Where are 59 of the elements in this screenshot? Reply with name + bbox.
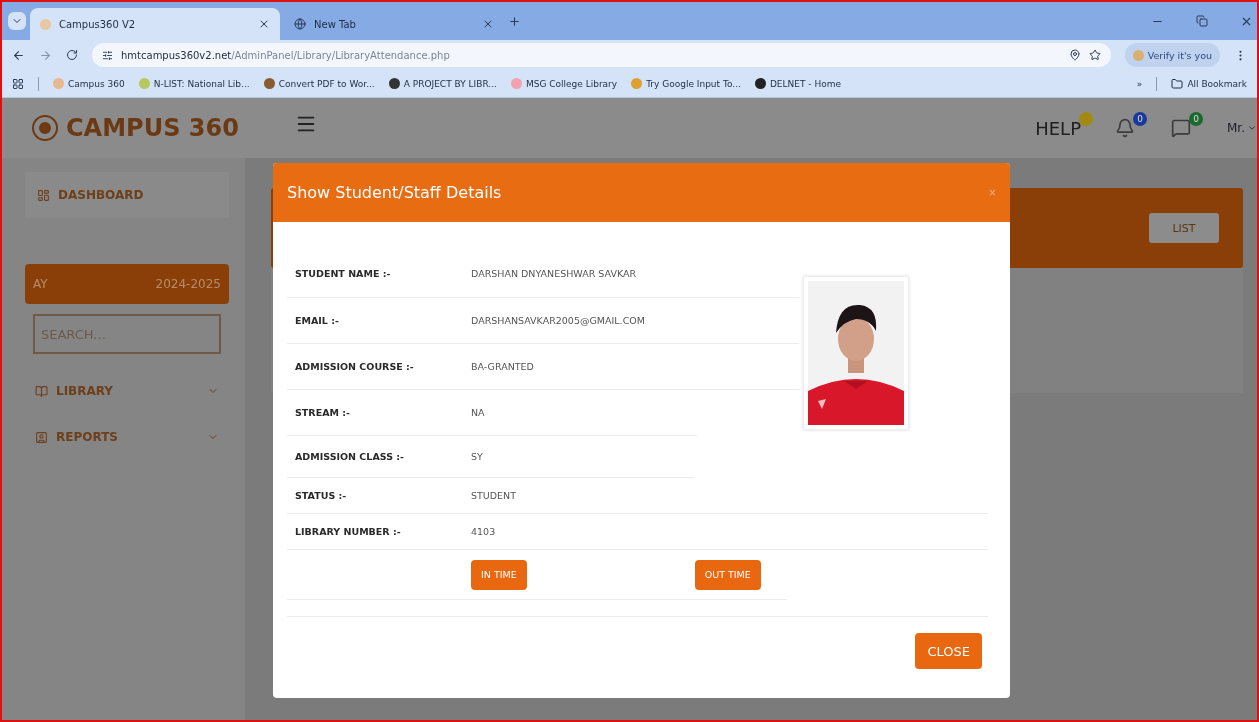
help-badge (1079, 111, 1093, 126)
book-icon (35, 384, 48, 398)
caret-icon (1247, 123, 1257, 133)
restore-icon[interactable] (1196, 15, 1208, 27)
close-button[interactable]: CLOSE (915, 633, 982, 669)
logo-icon (30, 113, 60, 143)
bookmark[interactable]: Try Google Input To... (631, 78, 741, 89)
bookmark[interactable]: Convert PDF to Wor... (263, 78, 375, 89)
tab-favicon-icon (40, 18, 51, 30)
field-value: 4103 (471, 526, 496, 537)
list-button[interactable]: LIST (1149, 213, 1219, 243)
bookmark[interactable]: DELNET - Home (754, 78, 841, 89)
bookmark[interactable]: Campus 360 (53, 78, 125, 89)
bell-icon[interactable] (1115, 118, 1135, 138)
field-value: SY (471, 451, 483, 462)
in-time-button[interactable]: IN TIME (471, 559, 527, 590)
message-icon[interactable] (1171, 118, 1191, 138)
field-value: STUDENT (471, 490, 516, 501)
field-value: BA-GRANTED (471, 361, 534, 372)
field-value: DARSHANSAVKAR2005@GMAIL.COM (471, 315, 645, 326)
field-label: STATUS :- (295, 490, 348, 501)
user-menu[interactable]: Mr. (1227, 121, 1257, 135)
close-icon[interactable] (482, 18, 494, 30)
address-bar[interactable]: hmtcampus360v2.net/AdminPanel/Library/LibraryAttendance.php (92, 43, 1111, 67)
apps-icon[interactable] (12, 77, 24, 90)
dialog-title: Show Student/Staff Details (287, 183, 502, 202)
search-field[interactable]: SEARCH... (33, 314, 221, 354)
back-icon[interactable] (12, 48, 25, 62)
new-tab-icon[interactable] (508, 14, 521, 28)
help-link[interactable]: HELP (1035, 117, 1081, 139)
field-label: EMAIL :- (295, 315, 340, 326)
browser-tab[interactable]: New Tab (284, 8, 504, 40)
bookmark[interactable]: MSG College Library (510, 78, 618, 89)
all-bookmarks[interactable]: All Bookmark (1171, 77, 1247, 90)
bookmark[interactable]: A PROJECT BY LIBR... (388, 78, 497, 89)
out-time-button[interactable]: OUT TIME (694, 559, 761, 590)
message-count: 0 (1189, 112, 1203, 126)
field-label: ADMISSION CLASS :- (295, 451, 406, 462)
notification-count: 0 (1133, 112, 1147, 126)
dashboard-icon (37, 188, 50, 202)
site-settings-icon[interactable] (102, 49, 113, 61)
close-icon[interactable] (258, 18, 270, 30)
field-label: ADMISSION COURSE :- (295, 361, 415, 372)
field-label: STREAM :- (295, 407, 351, 418)
reload-icon[interactable] (66, 49, 78, 61)
location-pin-icon[interactable] (1068, 49, 1081, 61)
field-value: DARSHAN DNYANESHWAR SAVKAR (471, 268, 637, 279)
star-icon[interactable] (1088, 49, 1101, 61)
field-label: STUDENT NAME :- (295, 268, 392, 279)
folder-icon (1171, 77, 1184, 90)
field-value: NA (471, 407, 485, 418)
globe-icon (294, 18, 306, 30)
bookmarks-overflow[interactable]: » (1136, 78, 1143, 89)
profile-button[interactable]: Verify it's you (1124, 43, 1220, 67)
bookmark[interactable]: N-LIST: National Lib... (138, 78, 250, 89)
person-icon (35, 430, 48, 444)
logo: CAMPUS 360 (30, 113, 239, 143)
browser-tab[interactable]: Campus360 V2 (30, 8, 280, 40)
field-label: LIBRARY NUMBER :- (295, 526, 402, 537)
